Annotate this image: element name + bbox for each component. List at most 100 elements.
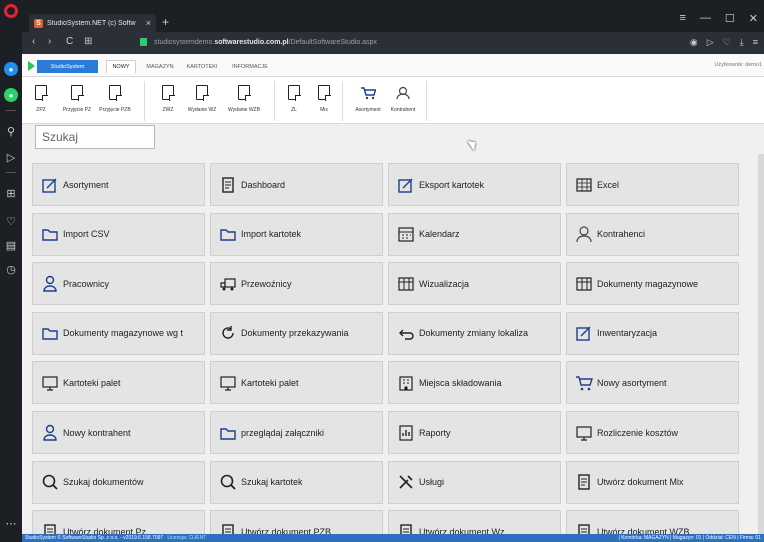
tile-nowy-kontrahent[interactable]: Nowy kontrahent [32, 411, 205, 454]
ribbon-divider [426, 81, 427, 121]
zwz-button[interactable]: ZWZ [151, 81, 185, 121]
zpz-button[interactable]: ZPZ [24, 81, 58, 121]
calendar-icon [397, 225, 415, 243]
forward-icon[interactable]: › [48, 36, 51, 47]
tile-nowy-asortyment[interactable]: Nowy asortyment [566, 361, 739, 405]
tile-rozliczenie-kosztów[interactable]: Rozliczenie kosztów [566, 411, 739, 454]
tile-label: Dokumenty przekazywania [241, 328, 349, 339]
tab-informacje[interactable]: INFORMACJE [227, 60, 273, 73]
studiosystem-button[interactable]: StudioSystem [37, 60, 98, 73]
tile-label: Utwórz dokument PZB [241, 526, 332, 534]
tab-close-icon[interactable]: × [146, 18, 151, 28]
tile-label: Kartoteki palet [63, 377, 121, 388]
browser-tab[interactable]: S StudioSystem.NET (c) Softw × [29, 14, 156, 32]
speed-dial-icon[interactable]: ⊞ [84, 36, 92, 47]
send-icon[interactable]: ▷ [4, 150, 18, 164]
tile-raporty[interactable]: Raporty [388, 411, 561, 454]
przyjecie-pz-button[interactable]: Przyjęcie PZ [60, 81, 94, 121]
zl-button[interactable]: ZL [277, 81, 311, 121]
heart-icon[interactable]: ♡ [723, 37, 731, 48]
maximize-button[interactable]: ☐ [725, 12, 735, 25]
tile-dokumenty-magazynowe[interactable]: Dokumenty magazynowe [566, 262, 739, 306]
wydanie-wzb-button[interactable]: Wydanie WZB [227, 81, 261, 121]
tile-label: Kalendarz [419, 229, 460, 240]
tile-dashboard[interactable]: Dashboard [210, 163, 383, 206]
tile-utwórz-dokument-mix[interactable]: Utwórz dokument Mix [566, 460, 739, 504]
search-icon[interactable]: ⚲ [4, 124, 18, 138]
new-tab-button[interactable]: + [162, 15, 169, 29]
tile-kartoteki-palet[interactable]: Kartoteki palet [210, 361, 383, 405]
tile-utwórz-dokument-pz[interactable]: Utwórz dokument Pz [32, 510, 205, 534]
cart-icon [575, 374, 593, 392]
tile-kontrahenci[interactable]: Kontrahenci [566, 212, 739, 256]
tab-magazyn[interactable]: MAGAZYN [140, 60, 180, 73]
tile-przewoźnicy[interactable]: Przewoźnicy [210, 262, 383, 306]
tile-import-csv[interactable]: Import CSV [32, 212, 205, 256]
tile-szukaj-kartotek[interactable]: Szukaj kartotek [210, 460, 383, 504]
edit-icon [397, 176, 415, 194]
window-controls: ≡ — ☐ ✕ [679, 12, 758, 25]
tile-miejsca-składowania[interactable]: Miejsca składowania [388, 361, 561, 405]
warehouse-icon [397, 374, 415, 392]
tile-przeglądaj-załączniki[interactable]: przeglądaj załączniki [210, 411, 383, 454]
kontrahent-button[interactable]: Kontrahent [386, 81, 420, 121]
tile-usługi[interactable]: Usługi [388, 460, 561, 504]
document-icon [71, 85, 84, 101]
speed-dial-icon[interactable]: ⊞ [4, 186, 18, 200]
menu-icon[interactable]: ≡ [753, 37, 758, 48]
mix-button[interactable]: Mix [307, 81, 341, 121]
tile-asortyment[interactable]: Asortyment [32, 163, 205, 206]
tile-eksport-kartotek[interactable]: Eksport kartotek [388, 163, 561, 206]
przyjecie-pzb-button[interactable]: Przyjęcie PZB [98, 81, 132, 121]
tile-utwórz-dokument-wz[interactable]: Utwórz dokument Wz [388, 510, 561, 534]
more-icon[interactable]: ⋯ [4, 516, 18, 530]
news-icon[interactable]: ▤ [4, 238, 18, 252]
tile-wizualizacja[interactable]: Wizualizacja [388, 262, 561, 306]
heart-icon[interactable]: ♡ [4, 214, 18, 228]
minimize-button[interactable]: — [700, 12, 711, 25]
tile-label: Import kartotek [241, 229, 302, 240]
whatsapp-icon[interactable]: ● [4, 88, 18, 102]
back-icon[interactable]: ‹ [32, 36, 35, 47]
tab-kartoteki[interactable]: KARTOTEKI [182, 60, 222, 73]
send-icon[interactable]: ▷ [707, 37, 714, 48]
tile-label: Asortyment [63, 179, 109, 190]
tile-utwórz-dokument-wzb[interactable]: Utwórz dokument WZB [566, 510, 739, 534]
scroll-thumb[interactable] [758, 154, 764, 534]
tile-kalendarz[interactable]: Kalendarz [388, 212, 561, 256]
document-icon [288, 85, 301, 101]
url-field[interactable]: studiosystemdemo.softwarestudio.com.pl/D… [154, 39, 377, 46]
tile-excel[interactable]: Excel [566, 163, 739, 206]
tile-label: Nowy asortyment [597, 377, 667, 388]
tile-utwórz-dokument-pzb[interactable]: Utwórz dokument PZB [210, 510, 383, 534]
download-icon[interactable]: ⤓ [740, 37, 744, 48]
asortyment-button[interactable]: Asortyment [351, 81, 385, 121]
tile-label: Miejsca składowania [419, 377, 502, 388]
wydanie-wz-button[interactable]: Wydanie WZ [185, 81, 219, 121]
tile-szukaj-dokumentów[interactable]: Szukaj dokumentów [32, 460, 205, 504]
search-icon [41, 473, 59, 491]
history-icon[interactable]: ◷ [4, 262, 18, 276]
reload-icon[interactable]: C [66, 36, 73, 47]
tile-label: Raporty [419, 427, 451, 438]
tile-kartoteki-palet[interactable]: Kartoteki palet [32, 361, 205, 405]
camera-icon[interactable]: ◉ [690, 37, 698, 48]
folder-icon [41, 324, 59, 342]
app: StudioSystem NOWY MAGAZYN KARTOTEKI INFO… [22, 54, 764, 542]
tab-nowy[interactable]: NOWY [106, 60, 136, 73]
tile-dokumenty-zmiany-lokaliza[interactable]: Dokumenty zmiany lokaliza [388, 311, 561, 355]
scrollbar[interactable] [758, 154, 764, 534]
messenger-icon[interactable]: ● [4, 62, 18, 76]
opera-logo-icon[interactable] [4, 4, 18, 18]
tile-inwentaryzacja[interactable]: Inwentaryzacja [566, 311, 739, 355]
tile-dokumenty-magazynowe-wg-t[interactable]: Dokumenty magazynowe wg t [32, 311, 205, 355]
address-actions: ◉ ▷ ♡ ⤓ ≡ [690, 37, 758, 48]
tab-menu-icon[interactable]: ≡ [679, 12, 685, 25]
tile-dokumenty-przekazywania[interactable]: Dokumenty przekazywania [210, 311, 383, 355]
tile-pracownicy[interactable]: Pracownicy [32, 262, 205, 306]
close-button[interactable]: ✕ [749, 12, 758, 25]
cart-icon [361, 87, 376, 100]
tile-import-kartotek[interactable]: Import kartotek [210, 212, 383, 256]
search-input[interactable]: Szukaj [35, 125, 155, 149]
play-icon[interactable] [28, 61, 35, 71]
